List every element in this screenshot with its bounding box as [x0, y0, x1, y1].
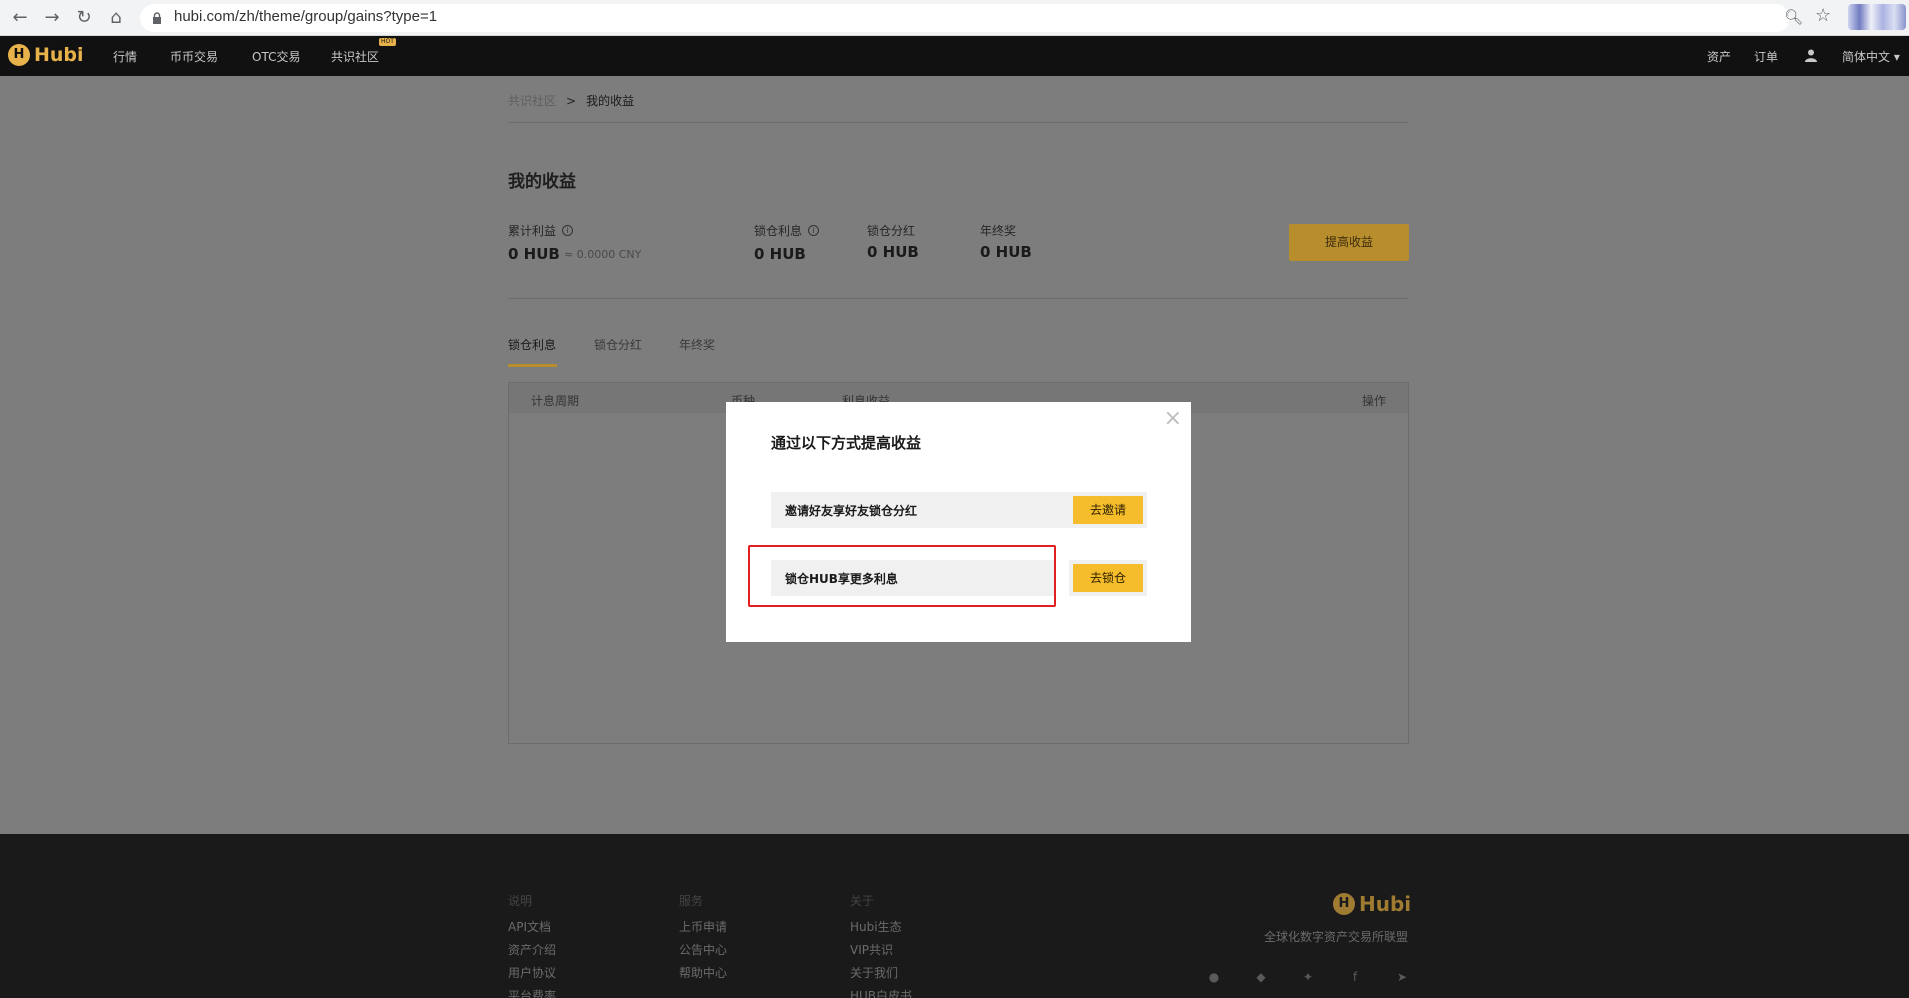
breadcrumb: 共识社区 > 我的收益 — [508, 92, 634, 109]
breadcrumb-separator: > — [566, 94, 577, 108]
lock-icon — [153, 12, 161, 24]
twitter-icon[interactable]: ✦ — [1299, 968, 1317, 986]
footer-link[interactable]: 用户协议 — [508, 964, 556, 981]
tab-lock-dividend[interactable]: 锁仓分红 — [594, 336, 642, 353]
qq-icon[interactable]: ◆ — [1252, 968, 1270, 986]
telegram-icon[interactable]: ➤ — [1393, 968, 1411, 986]
invite-button[interactable]: 去邀请 — [1073, 496, 1143, 524]
forward-icon[interactable]: → — [40, 6, 64, 30]
tab-annual-bonus[interactable]: 年终奖 — [679, 336, 715, 353]
footer-col-title: 关于 — [850, 894, 875, 908]
hubi-logo[interactable]: H Hubi — [8, 44, 84, 66]
breadcrumb-parent[interactable]: 共识社区 — [508, 94, 556, 108]
divider — [508, 298, 1409, 299]
hot-badge: HOT — [379, 38, 396, 46]
breadcrumb-current: 我的收益 — [586, 94, 635, 108]
nav-community[interactable]: 共识社区 — [331, 48, 379, 65]
footer-link[interactable]: Hubi生态 — [850, 918, 902, 935]
footer-link[interactable]: 帮助中心 — [679, 964, 727, 981]
option-invite: 邀请好友享好友锁仓分红 去邀请 — [771, 492, 1147, 528]
nav-orders[interactable]: 订单 — [1754, 48, 1778, 65]
footer-link[interactable]: HUB白皮书 — [850, 987, 912, 998]
footer-link[interactable]: 上币申请 — [679, 918, 727, 935]
zoom-icon[interactable]: 🔍︎ — [1784, 8, 1803, 26]
url-text[interactable]: hubi.com/zh/theme/group/gains?type=1 — [174, 8, 437, 25]
wechat-icon[interactable]: ● — [1205, 968, 1223, 986]
footer-link[interactable]: 平台费率 — [508, 987, 556, 998]
facebook-icon[interactable]: f — [1346, 968, 1364, 986]
footer-link[interactable]: 公告中心 — [679, 941, 727, 958]
user-icon[interactable] — [1804, 48, 1818, 62]
lock-button[interactable]: 去锁仓 — [1073, 564, 1143, 592]
footer — [0, 834, 1909, 998]
reload-icon[interactable]: ↻ — [72, 6, 96, 30]
active-tab-indicator — [508, 364, 557, 367]
stat-label-lock-interest: 锁仓利息 i — [754, 222, 820, 239]
nav-otc[interactable]: OTC交易 — [252, 48, 300, 65]
stat-label-cumulative: 累计利益 i — [508, 222, 574, 239]
footer-col-title: 说明 — [508, 894, 533, 908]
footer-logo-text: Hubi — [1359, 892, 1412, 916]
bookmark-star-icon[interactable]: ☆ — [1815, 5, 1831, 26]
hubi-logo-icon: H — [8, 44, 30, 66]
footer-col-title: 服务 — [679, 894, 704, 908]
footer-link[interactable]: VIP共识 — [850, 941, 893, 958]
footer-link[interactable]: API文档 — [508, 918, 551, 935]
footer-tagline: 全球化数字资产交易所联盟 — [1264, 930, 1409, 944]
divider — [508, 122, 1409, 123]
stat-value-lock-interest: 0 HUB — [754, 245, 806, 263]
column-header: 计息周期 — [531, 394, 580, 408]
nav-exchange[interactable]: 币币交易 — [170, 48, 218, 65]
footer-logo[interactable]: H Hubi — [1333, 892, 1411, 916]
stat-label-annual-bonus: 年终奖 — [980, 224, 1017, 238]
hubi-logo-icon: H — [1333, 893, 1355, 915]
profile-avatar[interactable] — [1848, 4, 1906, 30]
page-title: 我的收益 — [508, 172, 576, 192]
modal-title: 通过以下方式提高收益 — [771, 434, 922, 452]
stat-value-lock-dividend: 0 HUB — [867, 243, 919, 261]
logo-text: Hubi — [34, 44, 84, 66]
info-icon[interactable]: i — [808, 225, 820, 236]
home-icon[interactable]: ⌂ — [104, 6, 128, 30]
footer-link[interactable]: 资产介绍 — [508, 941, 556, 958]
stat-value-cumulative: 0 HUB — [508, 245, 560, 263]
language-selector[interactable]: 简体中文 ▾ — [1842, 48, 1900, 65]
browser-toolbar: ← → ↻ ⌂ hubi.com/zh/theme/group/gains?ty… — [0, 0, 1909, 36]
info-icon[interactable]: i — [562, 225, 574, 236]
footer-link[interactable]: 关于我们 — [850, 964, 898, 981]
nav-market[interactable]: 行情 — [113, 48, 137, 65]
stat-label-lock-dividend: 锁仓分红 — [867, 224, 916, 238]
tab-lock-interest[interactable]: 锁仓利息 — [508, 336, 556, 353]
stat-value-annual-bonus: 0 HUB — [980, 243, 1032, 261]
highlight-box — [748, 545, 1056, 607]
boost-earnings-button[interactable]: 提高收益 — [1289, 224, 1409, 261]
nav-assets[interactable]: 资产 — [1707, 48, 1731, 65]
back-icon[interactable]: ← — [8, 6, 32, 30]
close-icon[interactable]: × — [1164, 408, 1182, 430]
stat-sub-cny: ≈ 0.0000 CNY — [564, 248, 642, 261]
site-header: H Hubi 行情 币币交易 OTC交易 共识社区 HOT 资产 订单 简体中文… — [0, 36, 1909, 76]
option-invite-label: 邀请好友享好友锁仓分红 — [785, 504, 918, 518]
column-header: 操作 — [1362, 394, 1387, 408]
